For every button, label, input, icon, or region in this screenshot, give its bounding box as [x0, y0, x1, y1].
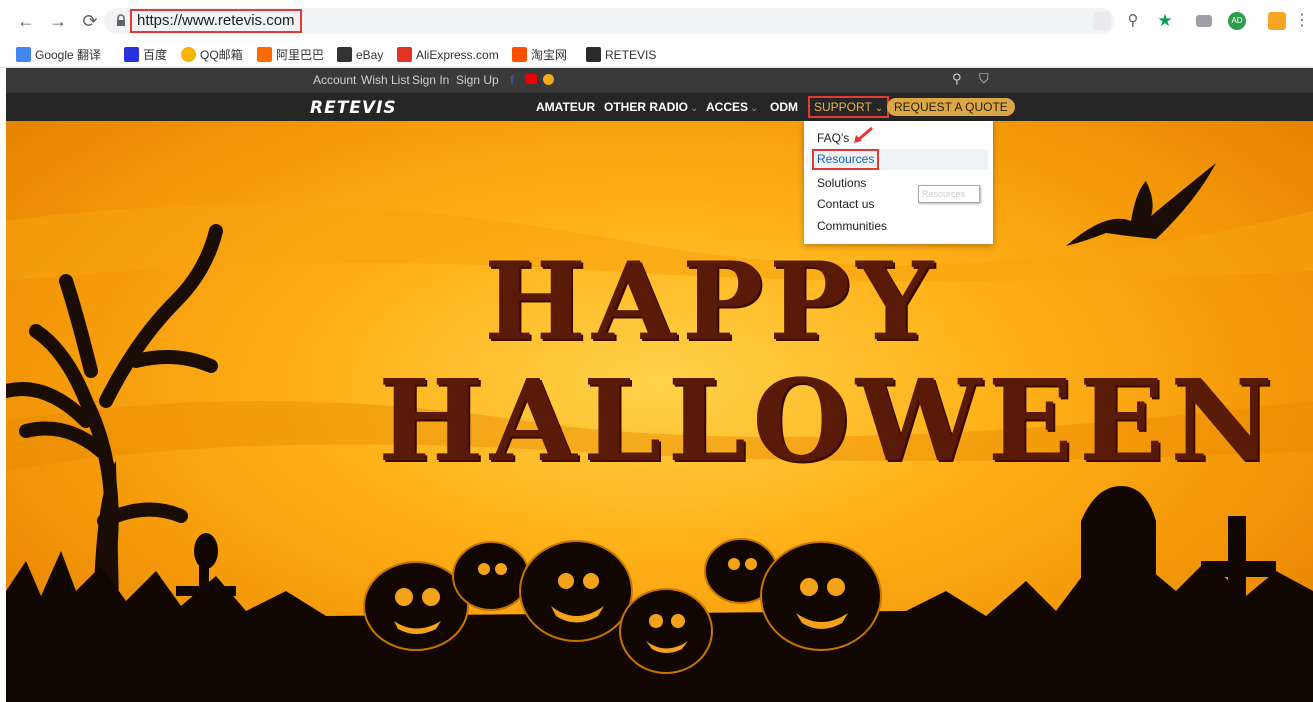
forward-arrow-icon[interactable]: →: [48, 10, 68, 32]
chevron-down-icon: ⌄: [750, 103, 759, 114]
main-nav: RETEVIS AMATEUR OTHER RADIO ⌄ ACCES ⌄ ODM …: [6, 93, 1313, 121]
extension-icon[interactable]: [1268, 12, 1286, 30]
nav-amateur[interactable]: AMATEUR: [536, 100, 595, 114]
zoom-icon[interactable]: ⚲: [1124, 12, 1142, 30]
halloween-hero-banner[interactable]: HAPPY HALLOWEEN: [6, 121, 1313, 702]
site-topbar: Account Wish List Sign In Sign Up f ⚲ ⛉: [6, 68, 1313, 93]
bookmark-aliexpress[interactable]: AliExpress.com: [397, 46, 499, 64]
request-quote-button[interactable]: REQUEST A QUOTE: [887, 98, 1015, 116]
nav-acces[interactable]: ACCES ⌄: [706, 100, 758, 114]
back-arrow-icon[interactable]: ←: [16, 10, 36, 32]
support-dropdown-menu: FAQ's Resources Solutions Contact us Com…: [804, 121, 993, 244]
adblock-icon[interactable]: AD: [1228, 12, 1246, 30]
nav-odm[interactable]: ODM: [770, 100, 798, 114]
youtube-icon[interactable]: [525, 74, 537, 84]
chevron-down-icon: ⌄: [690, 103, 699, 114]
nav-other-radio[interactable]: OTHER RADIO ⌄: [604, 100, 698, 114]
ebay-icon: [337, 47, 352, 62]
browser-toolbar: ← → ⟳ https://www.retevis.com ⚲ ★ AD ⋮: [0, 0, 1313, 42]
taobao-icon: [512, 47, 527, 62]
bookmark-google-translate[interactable]: Google 翻译: [16, 46, 101, 64]
menu-item-communities[interactable]: Communities: [817, 219, 887, 233]
menu-icon[interactable]: ⋮: [1292, 10, 1312, 32]
wish-list-link[interactable]: Wish List: [361, 73, 410, 87]
facebook-icon[interactable]: f: [510, 73, 514, 87]
account-link[interactable]: Account: [313, 73, 356, 87]
lock-icon: [117, 14, 125, 26]
bookmark-star-icon[interactable]: ★: [1156, 12, 1174, 30]
bookmark-taobao[interactable]: 淘宝网: [512, 46, 567, 64]
bookmark-alibaba[interactable]: 阿里巴巴: [257, 46, 324, 64]
blog-icon[interactable]: [543, 74, 554, 85]
menu-item-resources[interactable]: Resources: [812, 149, 880, 170]
address-bar[interactable]: https://www.retevis.com: [104, 8, 1114, 34]
sign-up-link[interactable]: Sign Up: [456, 73, 499, 87]
bookmark-retevis[interactable]: RETEVIS: [586, 46, 656, 64]
baidu-icon: [124, 47, 139, 62]
menu-item-faqs[interactable]: FAQ's: [817, 131, 849, 145]
aliexpress-icon: [397, 47, 412, 62]
bookmarks-bar: Google 翻译 百度 QQ邮箱 阿里巴巴 eBay AliExpress.c…: [0, 42, 1313, 68]
search-icon[interactable]: ⚲: [952, 71, 962, 87]
sign-in-link[interactable]: Sign In: [412, 73, 449, 87]
bookmark-baidu[interactable]: 百度: [124, 46, 167, 64]
google-translate-icon: [16, 47, 31, 62]
bookmark-ebay[interactable]: eBay: [337, 46, 383, 64]
bookmark-qq-mail[interactable]: QQ邮箱: [181, 46, 243, 64]
tooltip: Resources: [918, 185, 980, 203]
nav-support[interactable]: SUPPORT ⌄: [808, 96, 890, 118]
red-arrow-annotation-icon: [854, 127, 873, 143]
alibaba-icon: [257, 47, 272, 62]
translate-icon[interactable]: [1093, 12, 1111, 30]
retevis-icon: [586, 47, 601, 62]
menu-item-solutions[interactable]: Solutions: [817, 176, 866, 190]
retevis-logo[interactable]: RETEVIS: [310, 98, 397, 118]
url-text[interactable]: https://www.retevis.com: [130, 9, 302, 33]
menu-item-contact-us[interactable]: Contact us: [817, 197, 874, 211]
cart-icon[interactable]: ⛉: [979, 71, 989, 87]
hero-headline-line2: HALLOWEEN: [378, 356, 1279, 487]
qq-mail-icon: [181, 47, 196, 62]
reload-icon[interactable]: ⟳: [80, 10, 100, 32]
chevron-down-icon: ⌄: [874, 103, 884, 114]
camera-icon[interactable]: [1196, 15, 1212, 27]
hero-headline-line1: HAPPY: [484, 239, 940, 365]
